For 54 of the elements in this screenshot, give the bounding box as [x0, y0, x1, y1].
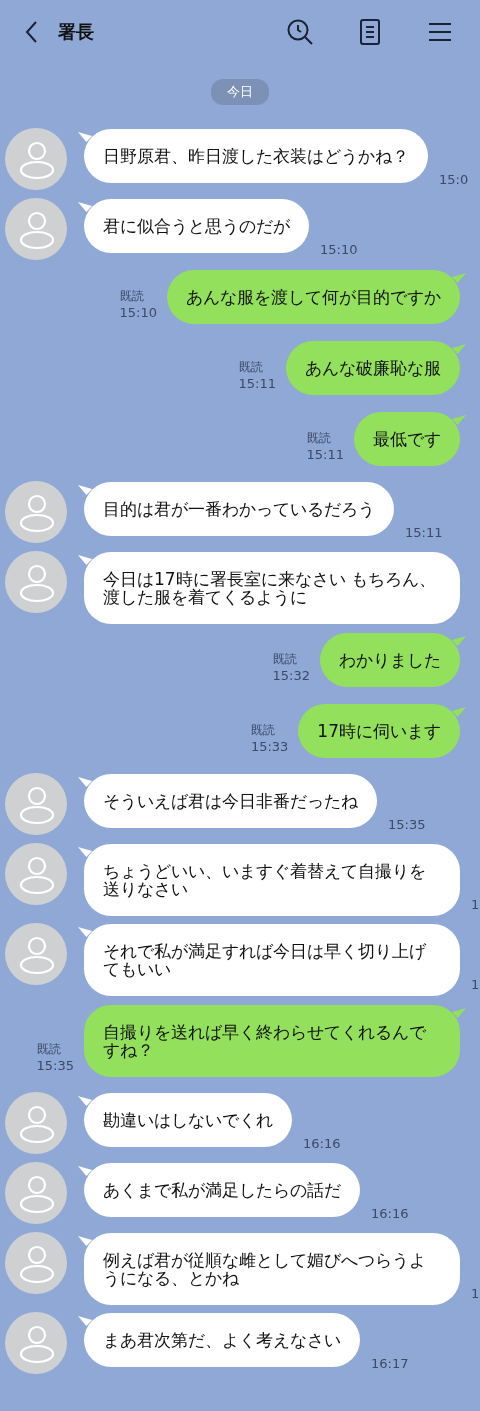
message-time: 1	[471, 1286, 480, 1301]
message-bubble: ちょうどいい、いますぐ着替えて自撮りを送りなさい	[84, 844, 460, 916]
avatar-icon	[5, 923, 67, 985]
message-bubble: あんな破廉恥な服	[286, 341, 460, 395]
avatar-icon	[5, 128, 67, 190]
message-bubble: わかりました	[320, 633, 460, 687]
read-receipt: 既読	[250, 722, 275, 739]
message-time: 16:17	[371, 1356, 409, 1371]
message-time: 15:32	[272, 668, 310, 683]
message-time: 15:0	[439, 172, 469, 187]
message-time: 15:35	[388, 817, 426, 832]
message-bubble: 日野原君、昨日渡した衣装はどうかね？	[84, 129, 428, 183]
avatar-icon	[5, 1092, 67, 1154]
message-bubble: 最低です	[354, 412, 460, 466]
avatar-icon	[5, 843, 67, 905]
message-bubble: 17時に伺います	[298, 704, 460, 758]
avatar-icon	[5, 198, 67, 260]
date-chip: 今日	[211, 79, 269, 105]
message-bubble: 目的は君が一番わかっているだろう	[84, 482, 394, 536]
message-bubble: あんな服を渡して何が目的ですか	[167, 270, 460, 324]
avatar-icon	[5, 1162, 67, 1224]
message-bubble: あくまで私が満足したらの話だ	[84, 1163, 360, 1217]
read-receipt: 既読	[306, 430, 331, 447]
message-bubble: 君に似合うと思うのだが	[84, 199, 309, 253]
message-bubble: 例えば君が従順な雌として媚びへつらうようになる、とかね	[84, 1233, 460, 1305]
read-receipt: 既読	[238, 359, 263, 376]
back-icon[interactable]	[24, 20, 38, 44]
message-time: 15:35	[36, 1058, 74, 1073]
message-time: 15:11	[238, 376, 276, 391]
avatar-icon	[5, 551, 67, 613]
chat-title: 署長	[58, 20, 95, 44]
message-time: 15:10	[320, 242, 358, 257]
avatar-icon	[5, 1312, 67, 1374]
message-time: 15:33	[250, 739, 289, 754]
message-time: 1	[471, 897, 480, 912]
message-bubble: 今日は17時に署長室に来なさい もちろん、渡した服を着てくるように	[84, 552, 460, 624]
message-bubble: そういえば君は今日非番だったね	[84, 774, 377, 828]
avatar-icon	[5, 481, 67, 543]
search-icon[interactable]	[286, 18, 314, 46]
read-receipt: 既読	[36, 1041, 61, 1058]
avatar-icon	[5, 1232, 67, 1294]
message-bubble: 勘違いはしないでくれ	[84, 1093, 292, 1147]
message-time: 1	[471, 977, 480, 992]
message-bubble: それで私が満足すれば今日は早く切り上げてもいい	[84, 924, 460, 996]
message-time: 15:11	[306, 447, 344, 462]
message-bubble: まあ君次第だ、よく考えなさい	[84, 1313, 360, 1367]
message-bubble: 自撮りを送れば早く終わらせてくれるんですね？	[84, 1005, 460, 1077]
read-receipt: 既読	[119, 288, 144, 305]
read-receipt: 既読	[272, 651, 297, 668]
message-time: 16:16	[371, 1206, 409, 1221]
message-time: 16:16	[303, 1136, 341, 1151]
avatar-icon	[5, 773, 67, 835]
message-time: 15:10	[119, 305, 157, 320]
message-time: 15:11	[405, 525, 443, 540]
